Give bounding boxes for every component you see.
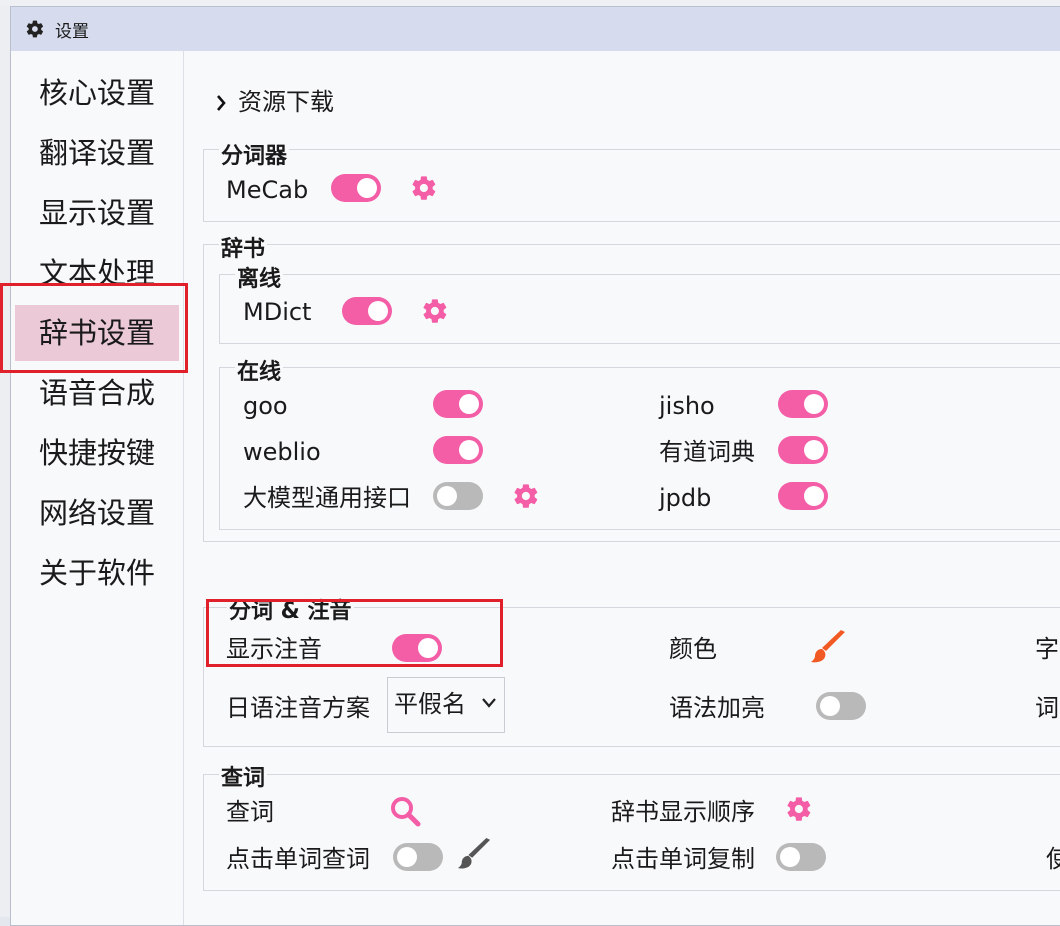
paintbrush-icon[interactable] (810, 629, 848, 665)
dictionary-title: 辞书 (219, 237, 268, 263)
click-word-lookup-label: 点击单词查词 (226, 845, 370, 873)
jisho-label: jisho (659, 392, 715, 420)
mecab-label: MeCab (226, 176, 309, 204)
grammar-highlight-label: 语法加亮 (669, 694, 765, 722)
online-title: 在线 (235, 360, 284, 386)
grammar-highlight-toggle[interactable] (816, 692, 866, 720)
lookup-title: 查词 (219, 766, 268, 792)
highlight-box-furigana (206, 599, 503, 667)
llm-toggle[interactable] (433, 482, 483, 510)
paintbrush-icon[interactable] (457, 837, 493, 871)
window-title: 设置 (55, 21, 89, 42)
youdao-label: 有道词典 (659, 438, 755, 466)
weblio-label: weblio (243, 438, 321, 466)
sidebar-item-network[interactable]: 网络设置 (15, 485, 179, 541)
title-bar: 设置 (11, 7, 1060, 51)
click-word-copy-toggle[interactable] (776, 843, 826, 871)
furigana-scheme-label: 日语注音方案 (226, 694, 370, 722)
gear-icon[interactable] (421, 297, 449, 325)
resource-download-label: 资源下载 (238, 88, 334, 116)
sidebar-item-hotkeys[interactable]: 快捷按键 (15, 425, 179, 481)
sidebar-item-translation[interactable]: 翻译设置 (15, 125, 179, 181)
furigana-scheme-select[interactable]: 平假名 (387, 677, 505, 733)
gear-icon (26, 20, 44, 38)
jpdb-label: jpdb (659, 484, 712, 512)
mdict-toggle[interactable] (342, 297, 392, 325)
mecab-toggle[interactable] (331, 174, 381, 202)
background-window (0, 0, 10, 917)
chevron-down-icon (482, 698, 496, 708)
goo-toggle[interactable] (433, 390, 483, 418)
weblio-toggle[interactable] (433, 436, 483, 464)
offline-title: 离线 (235, 267, 284, 293)
color-label: 颜色 (669, 635, 717, 663)
sidebar-item-about[interactable]: 关于软件 (15, 545, 179, 601)
gear-icon[interactable] (512, 482, 540, 510)
lookup-label: 查词 (226, 798, 274, 826)
sidebar: 核心设置 翻译设置 显示设置 文本处理 辞书设置 语音合成 快捷按键 网络设置 … (11, 51, 184, 925)
chevron-right-icon (217, 95, 226, 111)
sidebar-item-display[interactable]: 显示设置 (15, 185, 179, 241)
sidebar-item-tts[interactable]: 语音合成 (15, 365, 179, 421)
llm-label: 大模型通用接口 (243, 484, 411, 512)
cut-label-word: 词 (1035, 694, 1059, 722)
cut-label-use: 使 (1046, 845, 1060, 873)
jisho-toggle[interactable] (778, 390, 828, 418)
cut-label-font: 字 (1035, 635, 1059, 663)
settings-window: 设置 核心设置 翻译设置 显示设置 文本处理 辞书设置 语音合成 快捷按键 网络… (10, 6, 1060, 926)
gear-icon[interactable] (785, 795, 813, 823)
furigana-scheme-value: 平假名 (394, 690, 466, 718)
mdict-label: MDict (243, 298, 312, 326)
search-icon[interactable] (389, 795, 421, 827)
content-panel: 资源下载 分词器 MeCab 辞书 离线 MDict 在线 goo jisho … (184, 51, 1060, 925)
youdao-toggle[interactable] (778, 436, 828, 464)
dict-order-label: 辞书显示顺序 (611, 798, 755, 826)
jpdb-toggle[interactable] (778, 482, 828, 510)
sidebar-item-core[interactable]: 核心设置 (15, 65, 179, 121)
click-word-lookup-toggle[interactable] (393, 843, 443, 871)
gear-icon[interactable] (410, 174, 438, 202)
click-word-copy-label: 点击单词复制 (611, 845, 755, 873)
goo-label: goo (243, 392, 288, 420)
highlight-box-sidebar (0, 283, 188, 373)
tokenizer-title: 分词器 (219, 144, 290, 170)
